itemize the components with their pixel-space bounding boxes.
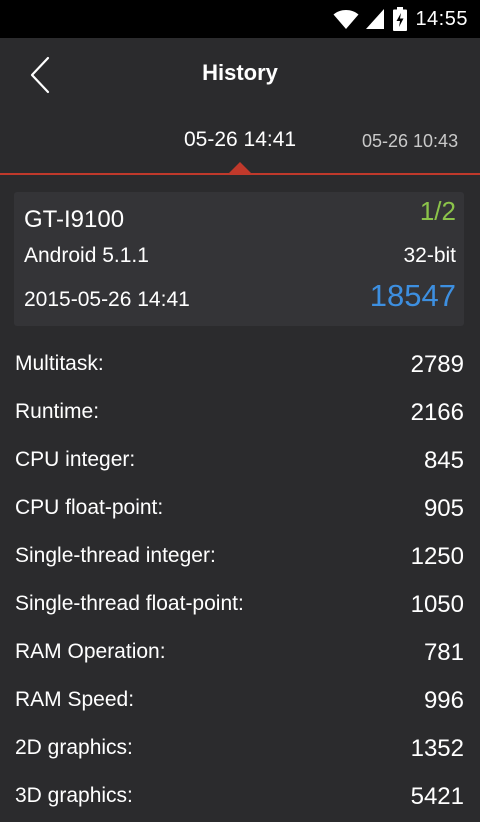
score-row-cpu-integer: CPU integer: 845 [0, 438, 480, 486]
os-version: Android 5.1.1 [24, 244, 149, 267]
score-label: Runtime: [15, 400, 100, 423]
test-datetime: 2015-05-26 14:41 [24, 288, 190, 311]
battery-charging-icon [393, 7, 408, 31]
score-value: 2789 [410, 351, 464, 378]
bitness-label: 32-bit [403, 244, 456, 267]
score-row-2d-graphics: 2D graphics: 1352 [0, 726, 480, 774]
score-label: Single-thread integer: [15, 544, 216, 567]
score-row-runtime: Runtime: 2166 [0, 390, 480, 438]
page-title: History [202, 60, 278, 85]
wifi-icon [333, 8, 359, 30]
score-value: 1050 [410, 591, 464, 618]
tab-underline [0, 173, 480, 175]
status-icons: 14:55 [333, 0, 468, 38]
score-label: 3D graphics: [15, 784, 133, 807]
score-list: Multitask: 2789 Runtime: 2166 CPU intege… [0, 342, 480, 822]
cellular-signal-icon [365, 8, 385, 30]
page-indicator: 1/2 [419, 196, 456, 226]
status-time: 14:55 [415, 7, 468, 30]
score-row-ram-speed: RAM Speed: 996 [0, 678, 480, 726]
total-score: 18547 [369, 278, 456, 313]
score-row-multitask: Multitask: 2789 [0, 342, 480, 390]
score-value: 1352 [410, 735, 464, 762]
score-value: 2166 [410, 399, 464, 426]
score-value: 905 [423, 495, 464, 522]
score-label: Single-thread float-point: [15, 592, 244, 615]
summary-card: GT-I9100 1/2 Android 5.1.1 32-bit 2015-0… [14, 192, 464, 326]
score-value: 845 [423, 447, 464, 474]
score-label: RAM Operation: [15, 640, 166, 663]
score-label: Multitask: [15, 352, 104, 375]
score-label: CPU integer: [15, 448, 136, 471]
history-tabs: 05-26 14:41 05-26 10:43 [0, 114, 480, 176]
status-bar: 14:55 [0, 0, 480, 38]
score-value: 1250 [410, 543, 464, 570]
score-value: 996 [423, 687, 464, 714]
app-header: History [0, 38, 480, 114]
score-value: 5421 [410, 783, 464, 810]
tab-0526-1441[interactable]: 05-26 14:41 [184, 128, 296, 152]
score-label: RAM Speed: [15, 688, 135, 711]
score-row-ram-operation: RAM Operation: 781 [0, 630, 480, 678]
score-label: CPU float-point: [15, 496, 164, 519]
score-value: 781 [423, 639, 464, 666]
score-label: 2D graphics: [15, 736, 133, 759]
score-row-3d-graphics: 3D graphics: 5421 [0, 774, 480, 822]
score-row-single-thread-integer: Single-thread integer: 1250 [0, 534, 480, 582]
tab-0526-1043[interactable]: 05-26 10:43 [362, 131, 458, 152]
score-row-cpu-float-point: CPU float-point: 905 [0, 486, 480, 534]
device-name: GT-I9100 [24, 206, 125, 233]
score-row-single-thread-float-point: Single-thread float-point: 1050 [0, 582, 480, 630]
